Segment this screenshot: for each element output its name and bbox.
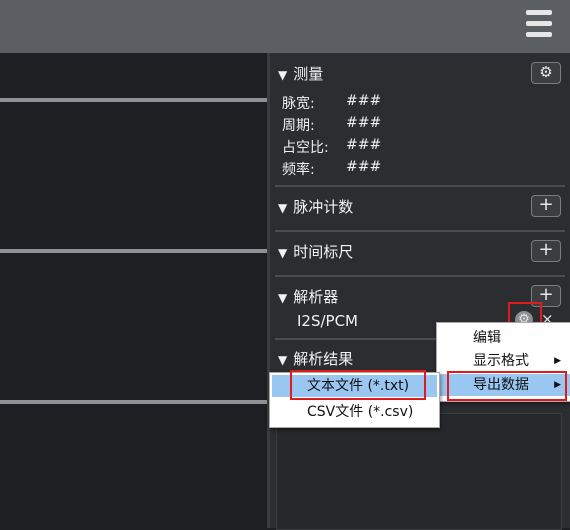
add-time-ruler-button[interactable]: + [531, 240, 561, 262]
add-pulse-counter-button[interactable]: + [531, 195, 561, 217]
channel-trace-3 [0, 400, 268, 404]
menu-item-export-csv[interactable]: CSV文件 (*.csv) [272, 401, 437, 423]
channel-trace-1 [0, 98, 268, 102]
measurement-row-pulse-width: 脉宽: ### [282, 93, 382, 112]
submenu-arrow-icon: ▶ [554, 356, 561, 366]
collapse-triangle-icon: ▼ [278, 291, 288, 305]
side-panel: ▼ 测量 ⚙ 脉宽: ### 周期: ### 占空比: ### 频率: ### ▼… [270, 53, 570, 530]
menu-item-edit[interactable]: 编辑 [437, 327, 570, 349]
section-divider [275, 275, 565, 277]
measurement-row-duty-cycle: 占空比: ### [282, 137, 382, 156]
channel-trace-2 [0, 249, 268, 253]
menu-item-display-format[interactable]: 显示格式 ▶ [437, 350, 570, 372]
hamburger-menu-icon[interactable] [526, 10, 552, 38]
plus-icon: + [538, 194, 554, 215]
measurement-settings-button[interactable]: ⚙ [531, 62, 561, 84]
collapse-triangle-icon: ▼ [278, 246, 288, 260]
collapse-triangle-icon: ▼ [278, 353, 288, 367]
collapse-triangle-icon: ▼ [278, 68, 288, 82]
decoder-item-i2s-pcm[interactable]: I2S/PCM [297, 312, 358, 330]
decode-results-area[interactable] [276, 413, 562, 530]
measurement-row-frequency: 频率: ### [282, 159, 382, 178]
time-ruler-section-header[interactable]: ▼ 时间标尺 [278, 241, 353, 262]
waveform-canvas[interactable] [0, 54, 268, 528]
decoder-section-header[interactable]: ▼ 解析器 [278, 286, 338, 307]
plus-icon: + [538, 239, 554, 260]
section-divider [275, 185, 565, 187]
annotation-highlight-box [508, 302, 542, 324]
decode-results-section-header[interactable]: ▼ 解析结果 [278, 348, 353, 369]
annotation-highlight-box [447, 371, 567, 401]
gear-icon: ⚙ [539, 63, 553, 81]
annotation-highlight-box [290, 370, 426, 400]
collapse-triangle-icon: ▼ [278, 201, 288, 215]
measurement-row-period: 周期: ### [282, 115, 382, 134]
measurement-section-header[interactable]: ▼ 测量 [278, 63, 323, 84]
top-toolbar [0, 0, 570, 53]
section-divider [275, 230, 565, 232]
pulse-counter-section-header[interactable]: ▼ 脉冲计数 [278, 196, 353, 217]
